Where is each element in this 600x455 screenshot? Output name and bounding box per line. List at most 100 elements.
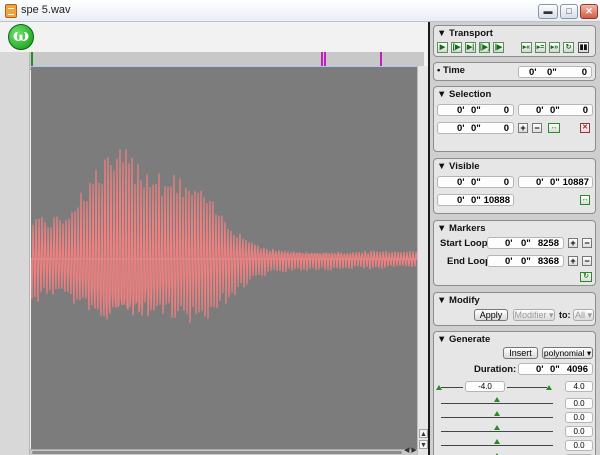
coefficient-slider-handle[interactable] (494, 425, 500, 430)
duration-field[interactable]: 0' 0" 4096 (518, 363, 593, 375)
end-marker[interactable] (380, 52, 382, 67)
visible-end-field[interactable]: 0' 0" 10887 (518, 176, 593, 188)
fast-forward-button[interactable]: ▸» (549, 42, 560, 53)
waveform-view[interactable] (31, 66, 417, 449)
coefficient-field[interactable]: 0.0 (565, 426, 593, 437)
end-loop-plus-button[interactable]: + (568, 256, 578, 266)
selection-start-samples: 0 (503, 105, 509, 116)
horizontal-scrollbar[interactable] (30, 449, 417, 455)
start-loop-seconds: 0" (521, 238, 531, 249)
duration-samples: 4096 (566, 364, 588, 375)
selection-end-field[interactable]: 0' 0" 0 (518, 104, 593, 116)
visible-end-samples: 10887 (562, 177, 589, 188)
play-button[interactable]: ▶ (437, 42, 448, 53)
selection-length-seconds: 0" (471, 123, 481, 134)
visible-length-field[interactable]: 0' 0" 10888 (437, 194, 514, 206)
coefficient-field[interactable]: 0.0 (565, 412, 593, 423)
coefficient-slider-track[interactable] (441, 445, 553, 446)
visible-title[interactable]: ▼ Visible (437, 161, 480, 172)
rewind-button[interactable]: ▸« (521, 42, 532, 53)
vertical-scrollbar[interactable]: ▲ ▼ (417, 66, 428, 455)
modifier-dropdown[interactable]: Modifier ▾ (513, 309, 555, 321)
visible-start-samples: 0 (503, 177, 509, 188)
visible-panel: ▼ Visible 0' 0" 0 0' 0" 10887 0' 0" 1088… (433, 158, 596, 214)
app-logo[interactable]: ω (8, 24, 34, 50)
end-loop-field[interactable]: 0' 0" 8368 (487, 255, 564, 267)
range-max-handle[interactable] (546, 385, 552, 390)
transport-title[interactable]: ▼ Transport (437, 28, 493, 39)
corner-scroll-buttons: ◀ ▶ (404, 446, 428, 455)
loop-toggle-button[interactable]: ↻ (563, 42, 574, 53)
range-min-field[interactable]: -4.0 (465, 381, 505, 392)
selection-start-seconds: 0" (471, 105, 481, 116)
apply-button[interactable]: Apply (474, 309, 508, 321)
scroll-left-button[interactable]: ◀ (404, 447, 409, 454)
selection-minus-button[interactable]: − (532, 123, 542, 133)
coefficient-slider-handle[interactable] (494, 411, 500, 416)
waveform-trace (31, 149, 417, 323)
time-title[interactable]: • Time (437, 65, 465, 76)
minimize-button[interactable]: ▬ (538, 4, 558, 19)
close-button[interactable]: ✕ (580, 4, 598, 19)
coefficient-slider-track[interactable] (441, 417, 553, 418)
start-loop-minus-button[interactable]: − (582, 238, 592, 248)
visible-start-minutes: 0' (457, 177, 465, 188)
scroll-right-button[interactable]: ▶ (411, 447, 416, 454)
clear-selection-icon[interactable]: ✕ (580, 123, 590, 133)
play-selection-button[interactable]: [▶ (451, 42, 462, 53)
time-field[interactable]: 0' 0" 0 (518, 66, 592, 78)
start-loop-samples: 8258 (537, 238, 559, 249)
visible-start-field[interactable]: 0' 0" 0 (437, 176, 514, 188)
coefficient-field[interactable]: 0.0 (565, 440, 593, 451)
duration-minutes: 0' (536, 364, 544, 375)
selection-end-minutes: 0' (536, 105, 544, 116)
window-title: spe 5.wav (21, 4, 71, 16)
insert-button[interactable]: Insert (503, 347, 538, 359)
selection-length-samples: 0 (503, 123, 509, 134)
modify-title[interactable]: ▼ Modify (437, 295, 480, 306)
time-seconds: 0" (547, 67, 557, 78)
selection-title[interactable]: ▼ Selection (437, 89, 491, 100)
show-all-icon[interactable]: ↔ (580, 195, 590, 205)
range-max-field[interactable]: 4.0 (565, 381, 593, 392)
play-loop-button[interactable]: [▶] (479, 42, 490, 53)
markers-title[interactable]: ▼ Markers (437, 223, 485, 234)
play-from-cursor-button[interactable]: |▶ (493, 42, 504, 53)
coefficient-field[interactable]: 0.0 (565, 398, 593, 409)
loop-icon[interactable]: ↻ (580, 272, 592, 282)
end-loop-seconds: 0" (521, 256, 531, 267)
play-to-end-button[interactable]: ▶| (465, 42, 476, 53)
coefficient-slider-track[interactable] (441, 431, 553, 432)
horizontal-scroll-thumb[interactable] (32, 451, 402, 454)
generator-type-dropdown[interactable]: polynomial ▾ (542, 347, 593, 359)
generate-panel: ▼ Generate Insert polynomial ▾ Duration:… (433, 331, 596, 455)
end-loop-samples: 8368 (537, 256, 559, 267)
to-start-button[interactable]: ▸= (535, 42, 546, 53)
range-line-left (441, 387, 463, 388)
coefficient-slider-handle[interactable] (494, 439, 500, 444)
modify-panel: ▼ Modify Apply Modifier ▾ to: All ▾ (433, 292, 596, 326)
to-dropdown[interactable]: All ▾ (573, 309, 594, 321)
time-minutes: 0' (529, 67, 537, 78)
selection-end-seconds: 0" (550, 105, 560, 116)
selection-length-field[interactable]: 0' 0" 0 (437, 122, 514, 134)
maximize-button[interactable]: □ (560, 4, 578, 19)
start-loop-field[interactable]: 0' 0" 8258 (487, 237, 564, 249)
start-marker[interactable] (31, 52, 33, 67)
pause-button[interactable]: ▮▮ (578, 42, 589, 53)
generate-title[interactable]: ▼ Generate (437, 334, 490, 345)
start-loop-plus-button[interactable]: + (568, 238, 578, 248)
selection-plus-button[interactable]: + (518, 123, 528, 133)
title-bar: spe 5.wav ▬ □ ✕ (0, 0, 600, 22)
visible-length-seconds: 0" (471, 195, 481, 206)
select-all-icon[interactable]: ↔ (548, 123, 560, 133)
to-label: to: (559, 310, 571, 320)
selection-panel: ▼ Selection 0' 0" 0 0' 0" 0 0' 0" 0 + − … (433, 86, 596, 152)
selection-start-field[interactable]: 0' 0" 0 (437, 104, 514, 116)
coefficient-slider-track[interactable] (441, 403, 553, 404)
end-loop-minus-button[interactable]: − (582, 256, 592, 266)
scroll-up-button[interactable]: ▲ (419, 429, 428, 438)
coefficient-slider-handle[interactable] (494, 397, 500, 402)
loop-end-marker[interactable] (324, 52, 326, 67)
duration-label: Duration: (474, 364, 517, 375)
